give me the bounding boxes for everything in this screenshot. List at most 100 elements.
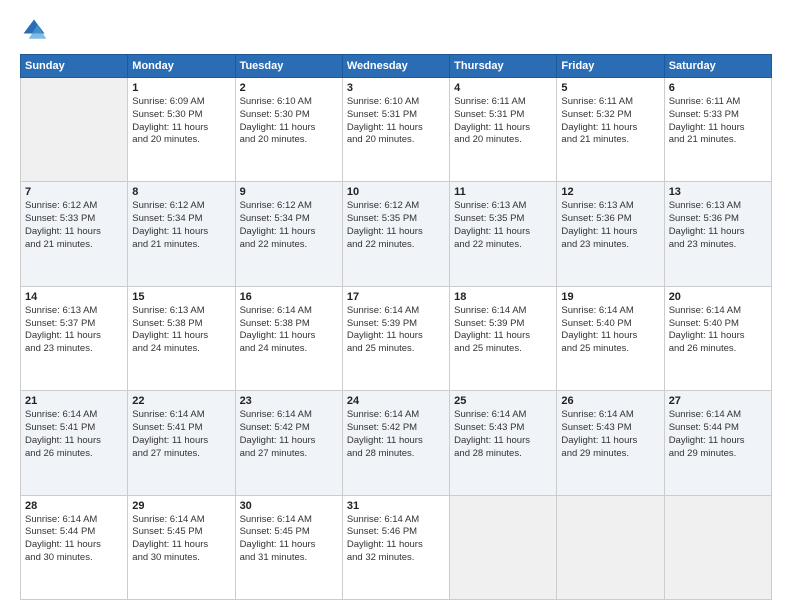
calendar-cell: 17Sunrise: 6:14 AMSunset: 5:39 PMDayligh… <box>342 286 449 390</box>
day-info: Sunrise: 6:14 AMSunset: 5:39 PMDaylight:… <box>454 305 552 356</box>
calendar-cell: 1 Sunrise: 6:09 AMSunset: 5:30 PMDaylight… <box>128 78 235 182</box>
calendar-cell: 9 Sunrise: 6:12 AMSunset: 5:34 PMDaylight… <box>235 182 342 286</box>
calendar-cell: 6Sunrise: 6:11 AMSunset: 5:33 PMDaylight… <box>664 78 771 182</box>
day-info: Sunrise: 6:10 AMSunset: 5:30 PMDaylight:… <box>240 96 338 147</box>
day-number: 9 <box>240 186 338 198</box>
day-info: Sunrise: 6:13 AMSunset: 5:36 PMDaylight:… <box>669 200 767 251</box>
col-header-sunday: Sunday <box>21 55 128 78</box>
calendar-cell: 27 Sunrise: 6:14 AMSunset: 5:44 PMDayligh… <box>664 391 771 495</box>
day-number: 17 <box>347 291 445 303</box>
calendar-cell: 11Sunrise: 6:13 AMSunset: 5:35 PMDayligh… <box>450 182 557 286</box>
day-number: 6 <box>669 82 767 94</box>
col-header-tuesday: Tuesday <box>235 55 342 78</box>
calendar-cell: 29 Sunrise: 6:14 AMSunset: 5:45 PMDayligh… <box>128 495 235 599</box>
day-number: 2 <box>240 82 338 94</box>
day-number: 25 <box>454 395 552 407</box>
day-number: 24 <box>347 395 445 407</box>
calendar-cell <box>664 495 771 599</box>
page: SundayMondayTuesdayWednesdayThursdayFrid… <box>0 0 792 612</box>
day-info: Sunrise: 6:14 AMSunset: 5:40 PMDaylight:… <box>669 305 767 356</box>
day-number: 30 <box>240 500 338 512</box>
day-number: 12 <box>561 186 659 198</box>
day-number: 4 <box>454 82 552 94</box>
calendar-cell: 7 Sunrise: 6:12 AMSunset: 5:33 PMDaylight… <box>21 182 128 286</box>
day-number: 23 <box>240 395 338 407</box>
calendar-week-row: 7 Sunrise: 6:12 AMSunset: 5:33 PMDaylight… <box>21 182 772 286</box>
calendar-cell: 10Sunrise: 6:12 AMSunset: 5:35 PMDayligh… <box>342 182 449 286</box>
col-header-friday: Friday <box>557 55 664 78</box>
day-number: 13 <box>669 186 767 198</box>
calendar-cell <box>450 495 557 599</box>
header <box>20 16 772 44</box>
calendar-cell: 2 Sunrise: 6:10 AMSunset: 5:30 PMDaylight… <box>235 78 342 182</box>
day-number: 29 <box>132 500 230 512</box>
calendar-cell: 26 Sunrise: 6:14 AMSunset: 5:43 PMDayligh… <box>557 391 664 495</box>
calendar-cell: 30 Sunrise: 6:14 AMSunset: 5:45 PMDayligh… <box>235 495 342 599</box>
day-info: Sunrise: 6:14 AMSunset: 5:40 PMDaylight:… <box>561 305 659 356</box>
day-info: Sunrise: 6:13 AMSunset: 5:35 PMDaylight:… <box>454 200 552 251</box>
calendar-cell: 24 Sunrise: 6:14 AMSunset: 5:42 PMDayligh… <box>342 391 449 495</box>
day-number: 8 <box>132 186 230 198</box>
day-info: Sunrise: 6:14 AMSunset: 5:42 PMDaylight:… <box>347 409 445 460</box>
day-number: 7 <box>25 186 123 198</box>
day-info: Sunrise: 6:13 AMSunset: 5:38 PMDaylight:… <box>132 305 230 356</box>
day-number: 3 <box>347 82 445 94</box>
col-header-thursday: Thursday <box>450 55 557 78</box>
calendar-week-row: 1 Sunrise: 6:09 AMSunset: 5:30 PMDaylight… <box>21 78 772 182</box>
calendar-week-row: 14Sunrise: 6:13 AMSunset: 5:37 PMDayligh… <box>21 286 772 390</box>
calendar-cell: 21Sunrise: 6:14 AMSunset: 5:41 PMDayligh… <box>21 391 128 495</box>
day-info: Sunrise: 6:14 AMSunset: 5:43 PMDaylight:… <box>561 409 659 460</box>
day-info: Sunrise: 6:14 AMSunset: 5:38 PMDaylight:… <box>240 305 338 356</box>
day-info: Sunrise: 6:12 AMSunset: 5:35 PMDaylight:… <box>347 200 445 251</box>
calendar-cell: 12Sunrise: 6:13 AMSunset: 5:36 PMDayligh… <box>557 182 664 286</box>
calendar-cell: 23 Sunrise: 6:14 AMSunset: 5:42 PMDayligh… <box>235 391 342 495</box>
calendar-cell: 8 Sunrise: 6:12 AMSunset: 5:34 PMDaylight… <box>128 182 235 286</box>
day-info: Sunrise: 6:14 AMSunset: 5:45 PMDaylight:… <box>240 514 338 565</box>
calendar-header-row: SundayMondayTuesdayWednesdayThursdayFrid… <box>21 55 772 78</box>
calendar-cell: 15Sunrise: 6:13 AMSunset: 5:38 PMDayligh… <box>128 286 235 390</box>
day-info: Sunrise: 6:09 AMSunset: 5:30 PMDaylight:… <box>132 96 230 147</box>
day-number: 20 <box>669 291 767 303</box>
logo <box>20 16 52 44</box>
day-number: 16 <box>240 291 338 303</box>
col-header-saturday: Saturday <box>664 55 771 78</box>
day-info: Sunrise: 6:14 AMSunset: 5:45 PMDaylight:… <box>132 514 230 565</box>
calendar-cell: 5 Sunrise: 6:11 AMSunset: 5:32 PMDaylight… <box>557 78 664 182</box>
calendar-cell <box>21 78 128 182</box>
day-number: 5 <box>561 82 659 94</box>
day-number: 22 <box>132 395 230 407</box>
day-number: 31 <box>347 500 445 512</box>
day-info: Sunrise: 6:14 AMSunset: 5:44 PMDaylight:… <box>669 409 767 460</box>
day-info: Sunrise: 6:14 AMSunset: 5:44 PMDaylight:… <box>25 514 123 565</box>
calendar-cell: 25 Sunrise: 6:14 AMSunset: 5:43 PMDayligh… <box>450 391 557 495</box>
col-header-wednesday: Wednesday <box>342 55 449 78</box>
day-info: Sunrise: 6:12 AMSunset: 5:34 PMDaylight:… <box>132 200 230 251</box>
calendar-cell: 18 Sunrise: 6:14 AMSunset: 5:39 PMDayligh… <box>450 286 557 390</box>
day-number: 21 <box>25 395 123 407</box>
calendar-table: SundayMondayTuesdayWednesdayThursdayFrid… <box>20 54 772 600</box>
calendar-cell: 13 Sunrise: 6:13 AMSunset: 5:36 PMDayligh… <box>664 182 771 286</box>
calendar-cell: 19 Sunrise: 6:14 AMSunset: 5:40 PMDayligh… <box>557 286 664 390</box>
day-number: 18 <box>454 291 552 303</box>
day-info: Sunrise: 6:12 AMSunset: 5:34 PMDaylight:… <box>240 200 338 251</box>
calendar-cell: 3 Sunrise: 6:10 AMSunset: 5:31 PMDaylight… <box>342 78 449 182</box>
day-info: Sunrise: 6:10 AMSunset: 5:31 PMDaylight:… <box>347 96 445 147</box>
day-number: 1 <box>132 82 230 94</box>
day-info: Sunrise: 6:13 AMSunset: 5:37 PMDaylight:… <box>25 305 123 356</box>
calendar-week-row: 28Sunrise: 6:14 AMSunset: 5:44 PMDayligh… <box>21 495 772 599</box>
calendar-cell: 20 Sunrise: 6:14 AMSunset: 5:40 PMDayligh… <box>664 286 771 390</box>
day-number: 19 <box>561 291 659 303</box>
day-info: Sunrise: 6:14 AMSunset: 5:41 PMDaylight:… <box>132 409 230 460</box>
calendar-week-row: 21 Sunrise: 6:14 AMSunset: 5:41 PMDayligh… <box>21 391 772 495</box>
day-info: Sunrise: 6:14 AMSunset: 5:42 PMDaylight:… <box>240 409 338 460</box>
calendar-cell <box>557 495 664 599</box>
calendar-cell: 28Sunrise: 6:14 AMSunset: 5:44 PMDayligh… <box>21 495 128 599</box>
day-number: 27 <box>669 395 767 407</box>
day-info: Sunrise: 6:12 AMSunset: 5:33 PMDaylight:… <box>25 200 123 251</box>
day-info: Sunrise: 6:11 AMSunset: 5:31 PMDaylight:… <box>454 96 552 147</box>
col-header-monday: Monday <box>128 55 235 78</box>
day-info: Sunrise: 6:11 AMSunset: 5:32 PMDaylight:… <box>561 96 659 147</box>
day-info: Sunrise: 6:14 AMSunset: 5:43 PMDaylight:… <box>454 409 552 460</box>
day-number: 26 <box>561 395 659 407</box>
calendar-body: 1 Sunrise: 6:09 AMSunset: 5:30 PMDaylight… <box>21 78 772 600</box>
